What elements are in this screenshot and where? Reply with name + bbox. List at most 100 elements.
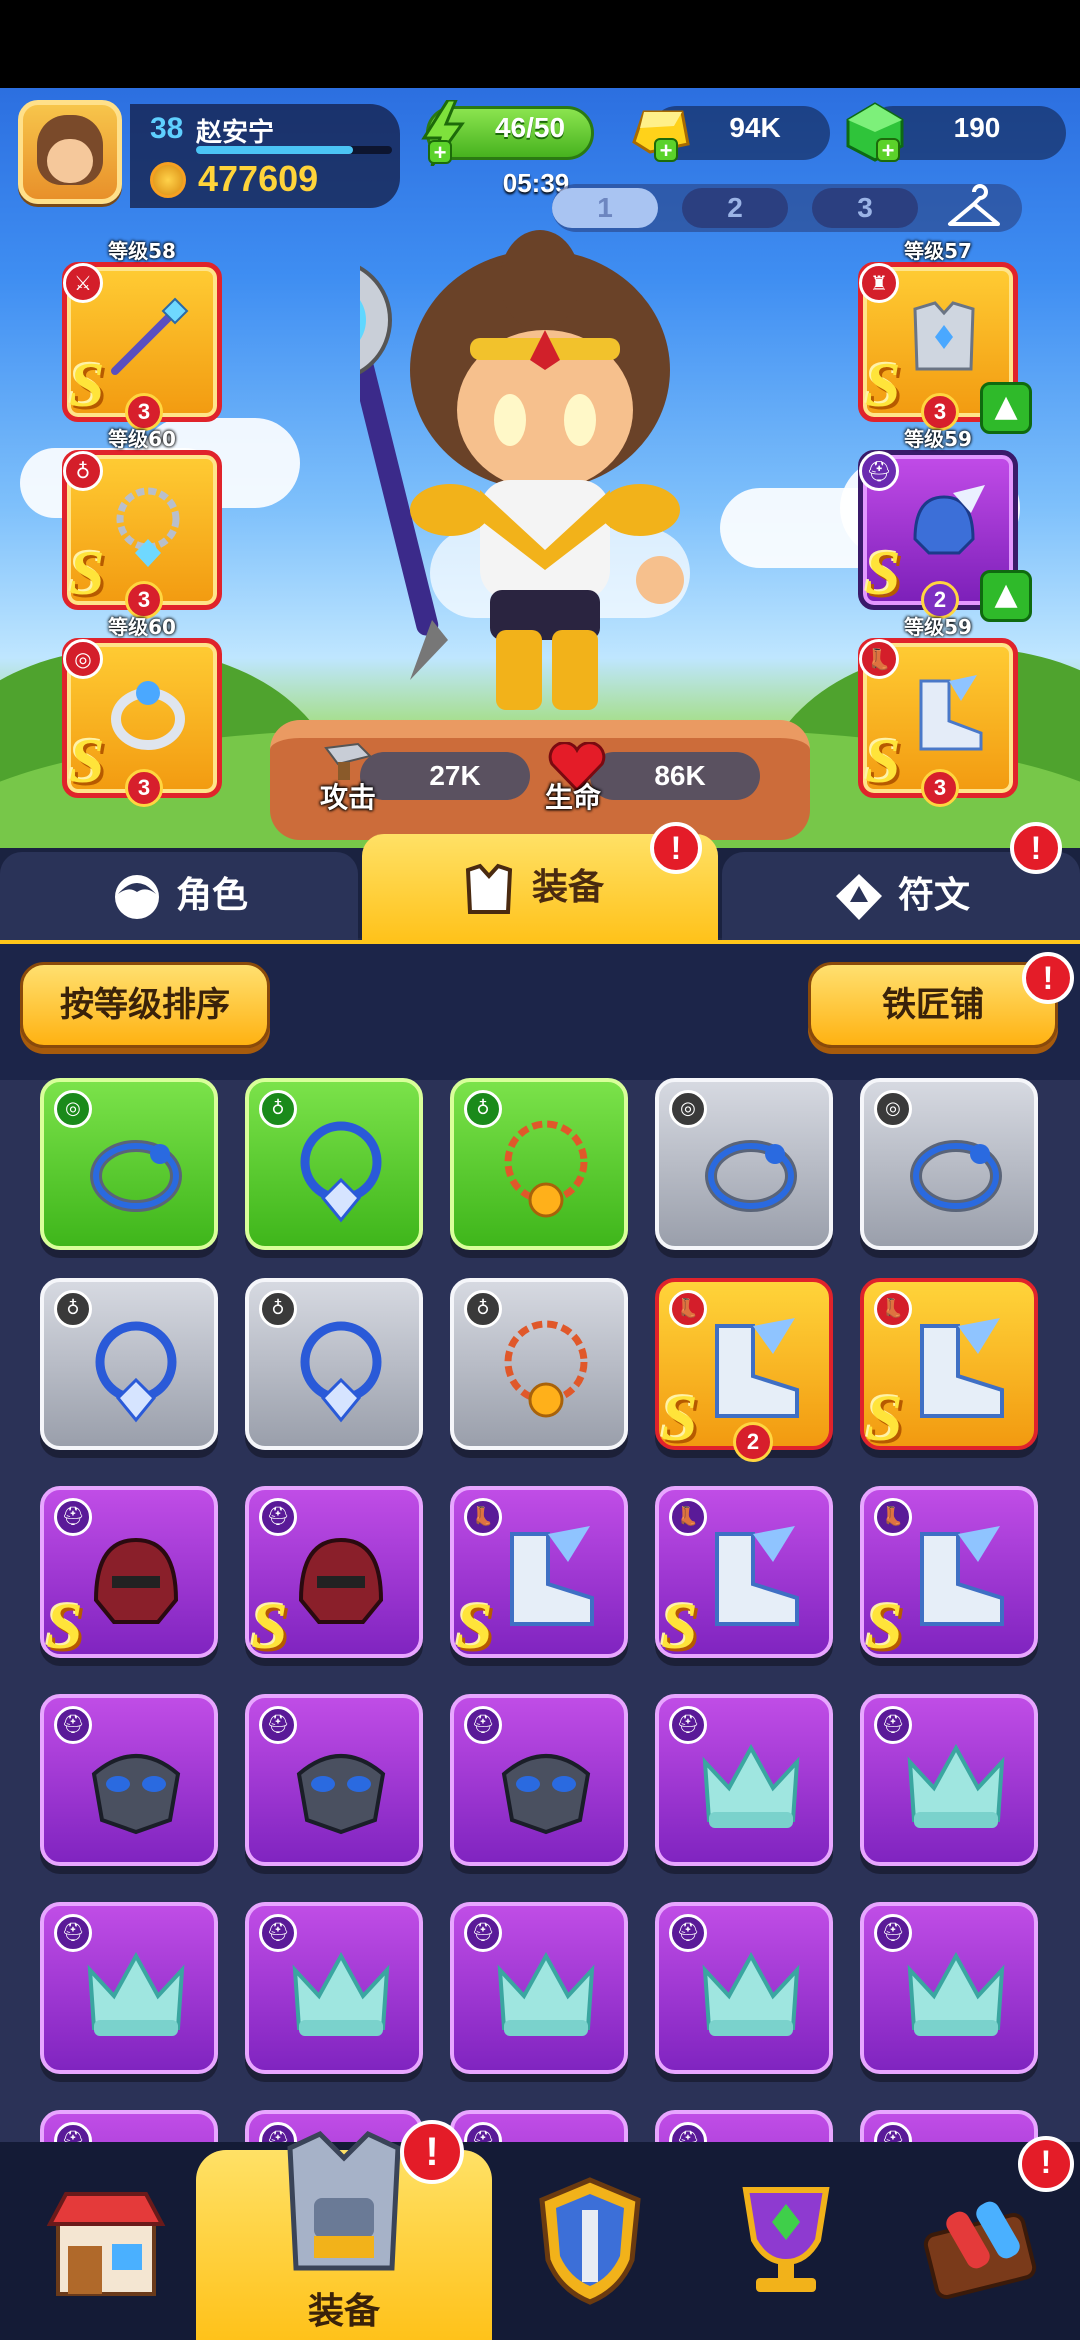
mask-icon: [296, 1754, 386, 1835]
star-count: 3: [125, 769, 163, 807]
hero-character[interactable]: [360, 220, 720, 720]
blacksmith-alert-icon: !: [1022, 952, 1074, 1004]
inventory-item[interactable]: ♁: [450, 1278, 628, 1450]
inventory-item[interactable]: ⛑ S: [40, 1486, 218, 1660]
nav-equipment-alert-icon: !: [400, 2120, 464, 2184]
inventory-item[interactable]: ♁: [245, 1278, 423, 1450]
staff-icon: [111, 297, 189, 375]
tier-s-badge: S: [865, 349, 901, 420]
inventory-item[interactable]: ⛑: [450, 1694, 628, 1866]
necklace-icon: [116, 487, 180, 567]
tab-character[interactable]: 角色: [0, 852, 358, 940]
boots-category-icon: 👢: [859, 639, 899, 679]
blacksmith-button[interactable]: 铁匠铺: [808, 962, 1058, 1048]
helmet-icon: [93, 1537, 179, 1624]
gold-coin-icon: [150, 162, 186, 198]
shop-icon[interactable]: [36, 2170, 176, 2310]
slot-level: 等级60: [108, 427, 176, 451]
add-energy-icon[interactable]: +: [428, 140, 452, 164]
necklace-category-icon: ♁: [63, 451, 103, 491]
inventory-item[interactable]: ⛑: [860, 1694, 1038, 1866]
equipped-necklace-slot[interactable]: 等级60 ♁ S 3: [62, 427, 222, 619]
xp-bar-fill: [196, 146, 353, 154]
crown-icon: [907, 1743, 1005, 1828]
inventory-item[interactable]: ⛑ S: [245, 1486, 423, 1663]
necklace-icon: [300, 1321, 382, 1423]
crown-icon: [87, 1951, 185, 2036]
inventory-item[interactable]: 👢 S 2: [655, 1278, 833, 1462]
tab-equipment-label: 装备: [532, 867, 605, 908]
inventory-item[interactable]: ⛑: [245, 1902, 423, 2074]
ring-icon: [910, 1140, 1002, 1212]
gold-amount: 477609: [198, 158, 319, 199]
helmet-icon: [298, 1537, 384, 1624]
inventory-item[interactable]: ⛑: [655, 1694, 833, 1866]
mask-icon: [91, 1754, 181, 1835]
tier-s-badge: S: [251, 1590, 288, 1663]
inventory-item[interactable]: ⛑: [860, 1902, 1038, 2074]
slot-level: 等级59: [904, 427, 972, 451]
nav-machine-alert-icon: !: [1018, 2136, 1074, 2192]
tier-s-badge: S: [661, 1590, 698, 1663]
slot-level: 等级57: [904, 239, 972, 263]
tier-s-badge: S: [69, 725, 105, 796]
tab-rune-label: 符文: [898, 875, 971, 916]
inventory-item[interactable]: ◎: [40, 1078, 218, 1250]
inventory-item[interactable]: ♁: [450, 1078, 628, 1250]
inventory-item[interactable]: 👢 S: [655, 1486, 833, 1663]
inventory-item[interactable]: ⛑: [40, 1902, 218, 2074]
equipment-tab-icon: [465, 863, 513, 914]
boots-icon: [920, 1526, 1004, 1626]
slot-level: 等级59: [904, 615, 972, 639]
add-gold-bar-icon[interactable]: +: [654, 138, 678, 162]
inventory-item[interactable]: ⛑: [40, 1694, 218, 1866]
inventory-item[interactable]: ♁: [40, 1278, 218, 1450]
gem-value: 190: [953, 112, 1001, 143]
hanger-icon[interactable]: [944, 184, 1004, 232]
avatar[interactable]: [18, 100, 122, 204]
inventory-item[interactable]: ♁: [245, 1078, 423, 1250]
add-gem-icon[interactable]: +: [876, 138, 900, 162]
tier-s-badge: S: [865, 537, 901, 608]
inventory-item[interactable]: 👢 S: [860, 1486, 1038, 1660]
armor-category-icon: ♜: [859, 263, 899, 303]
nav-equipment-label: 装备: [307, 2291, 380, 2332]
boots-icon: [920, 1318, 1004, 1418]
trophy-icon[interactable]: [716, 2170, 856, 2310]
slot-level: 等级60: [108, 615, 176, 639]
inventory-item[interactable]: 👢 S: [860, 1278, 1038, 1452]
inventory-item[interactable]: ◎: [860, 1078, 1038, 1250]
energy-value: 46/50: [494, 112, 566, 143]
inventory-item[interactable]: ⛑: [655, 1902, 833, 2074]
equipment-icon[interactable]: [270, 2118, 418, 2282]
star-count: 3: [921, 769, 959, 807]
inventory-item[interactable]: ⛑: [450, 1902, 628, 2074]
shield-icon[interactable]: [520, 2170, 660, 2310]
attack-value: 27K: [429, 760, 481, 791]
boots-icon: [715, 1318, 799, 1418]
hp-label: 生命: [545, 781, 602, 814]
inventory-item[interactable]: ◎: [655, 1078, 833, 1250]
ring-icon: [111, 681, 185, 750]
loadout-tab-3[interactable]: 3: [812, 188, 918, 228]
rune-alert-icon: !: [1010, 822, 1062, 874]
armor-icon: [913, 301, 975, 371]
character-icon: [115, 875, 159, 919]
crown-icon: [497, 1951, 595, 2036]
equipped-weapon-slot[interactable]: 等级58 ⚔ S 3: [62, 239, 222, 431]
inventory-item[interactable]: ⛑: [245, 1694, 423, 1866]
slot-level: 等级58: [108, 239, 176, 263]
player-name: 赵安宁: [196, 118, 275, 148]
equipped-boots-slot[interactable]: 等级59 👢 S 3: [858, 615, 1018, 807]
ring-icon: [705, 1140, 797, 1212]
tier-s-badge: S: [456, 1590, 493, 1663]
sort-by-level-button[interactable]: 按等级排序: [20, 962, 270, 1048]
machine-icon[interactable]: [912, 2170, 1052, 2310]
crown-icon: [907, 1951, 1005, 2036]
inventory-item[interactable]: 👢 S: [450, 1486, 628, 1663]
attack-label: 攻击: [320, 781, 377, 814]
tier-s-badge: S: [69, 537, 105, 608]
boots-icon: [919, 675, 983, 751]
crown-icon: [702, 1951, 800, 2036]
equipped-ring-slot[interactable]: 等级60 ◎ S 3: [62, 615, 222, 807]
